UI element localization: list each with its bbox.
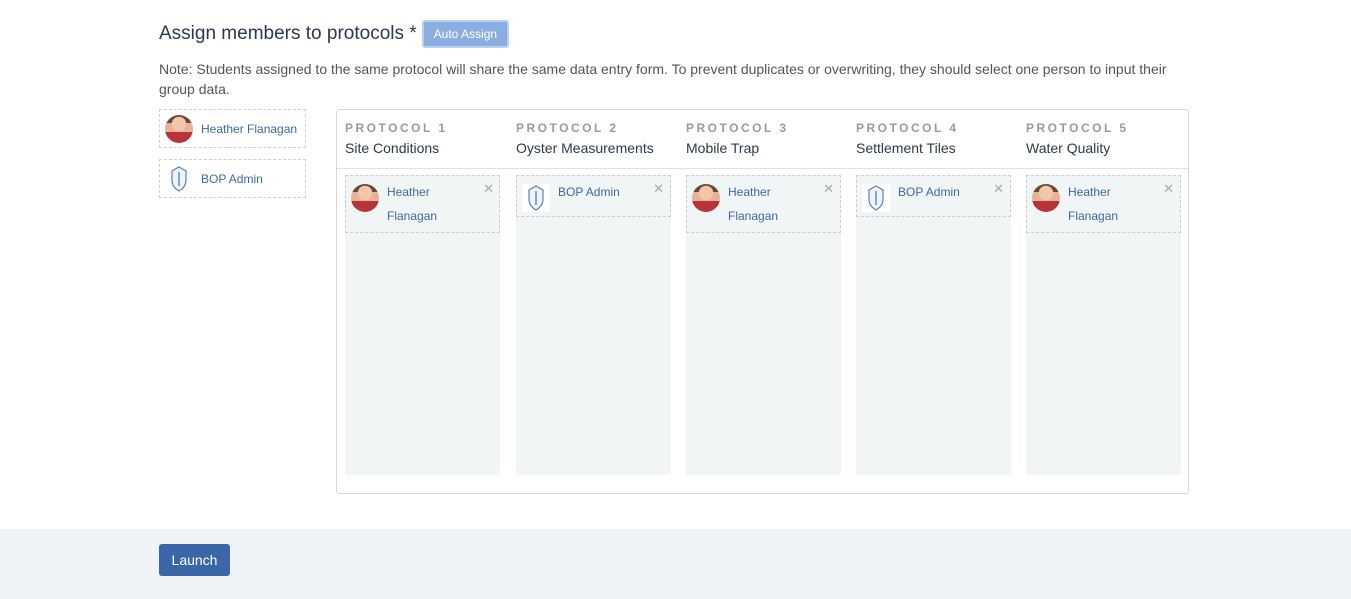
protocol-3-header: PROTOCOL 3 Mobile Trap (686, 121, 789, 156)
auto-assign-button[interactable]: Auto Assign (421, 20, 510, 48)
shield-icon (862, 184, 890, 212)
person-avatar (1032, 184, 1060, 212)
protocol-5-dropzone[interactable]: Heather Flanagan ✕ (1026, 175, 1181, 475)
protocol-label: PROTOCOL 3 (686, 121, 789, 135)
person-avatar (351, 184, 379, 212)
footer-bar: Launch (0, 529, 1351, 599)
shield-icon (165, 164, 193, 193)
protocol-name: Mobile Trap (686, 140, 760, 156)
assigned-member-card[interactable]: BOP Admin ✕ (516, 175, 671, 217)
shield-icon (522, 184, 550, 212)
protocol-label: PROTOCOL 4 (856, 121, 959, 135)
protocol-name: Site Conditions (345, 140, 440, 156)
protocol-label: PROTOCOL 5 (1026, 121, 1129, 135)
assigned-member-name: Heather Flanagan (387, 185, 438, 223)
remove-icon[interactable]: ✕ (993, 182, 1004, 195)
protocol-1-header: PROTOCOL 1 Site Conditions (345, 121, 448, 156)
remove-icon[interactable]: ✕ (823, 182, 834, 195)
assigned-member-name: Heather Flanagan (728, 185, 779, 223)
protocol-label: PROTOCOL 1 (345, 121, 448, 135)
protocol-4-header: PROTOCOL 4 Settlement Tiles (856, 121, 959, 156)
protocol-name: Settlement Tiles (856, 140, 956, 156)
protocol-label: PROTOCOL 2 (516, 121, 619, 135)
assign-section: Assign members to protocols * Auto Assig… (0, 0, 1351, 529)
person-avatar (692, 184, 720, 212)
assigned-member-card[interactable]: Heather Flanagan ✕ (686, 175, 841, 233)
assigned-member-name: BOP Admin (898, 185, 960, 199)
assigned-member-card[interactable]: Heather Flanagan ✕ (345, 175, 500, 233)
protocol-1-dropzone[interactable]: Heather Flanagan ✕ (345, 175, 500, 475)
person-avatar (165, 114, 193, 143)
member-name: BOP Admin (201, 171, 263, 186)
assigned-member-card[interactable]: Heather Flanagan ✕ (1026, 175, 1181, 233)
remove-icon[interactable]: ✕ (653, 182, 664, 195)
protocol-2-dropzone[interactable]: BOP Admin ✕ (516, 175, 671, 475)
member-name: Heather Flanagan (201, 121, 298, 136)
protocol-name: Water Quality (1026, 140, 1111, 156)
section-title: Assign members to protocols * (159, 23, 417, 44)
assigned-member-name: Heather Flanagan (1068, 185, 1119, 223)
remove-icon[interactable]: ✕ (483, 182, 494, 195)
protocol-4-dropzone[interactable]: BOP Admin ✕ (856, 175, 1011, 475)
member-pool: Heather Flanagan BOP Admin (159, 109, 306, 209)
member-card-bop-admin[interactable]: BOP Admin (159, 159, 306, 198)
remove-icon[interactable]: ✕ (1163, 182, 1174, 195)
protocol-board: PROTOCOL 1 Site Conditions PROTOCOL 2 Oy… (336, 109, 1189, 494)
assigned-member-card[interactable]: BOP Admin ✕ (856, 175, 1011, 217)
protocol-3-dropzone[interactable]: Heather Flanagan ✕ (686, 175, 841, 475)
protocol-5-header: PROTOCOL 5 Water Quality (1026, 121, 1129, 156)
member-card-heather[interactable]: Heather Flanagan (159, 109, 306, 148)
note-text: Note: Students assigned to the same prot… (159, 61, 1167, 97)
launch-button[interactable]: Launch (159, 544, 230, 576)
protocol-2-header: PROTOCOL 2 Oyster Measurements (516, 121, 654, 156)
protocol-name: Oyster Measurements (516, 140, 654, 156)
title-row: Assign members to protocols * Auto Assig… (159, 20, 510, 48)
assigned-member-name: BOP Admin (558, 185, 620, 199)
